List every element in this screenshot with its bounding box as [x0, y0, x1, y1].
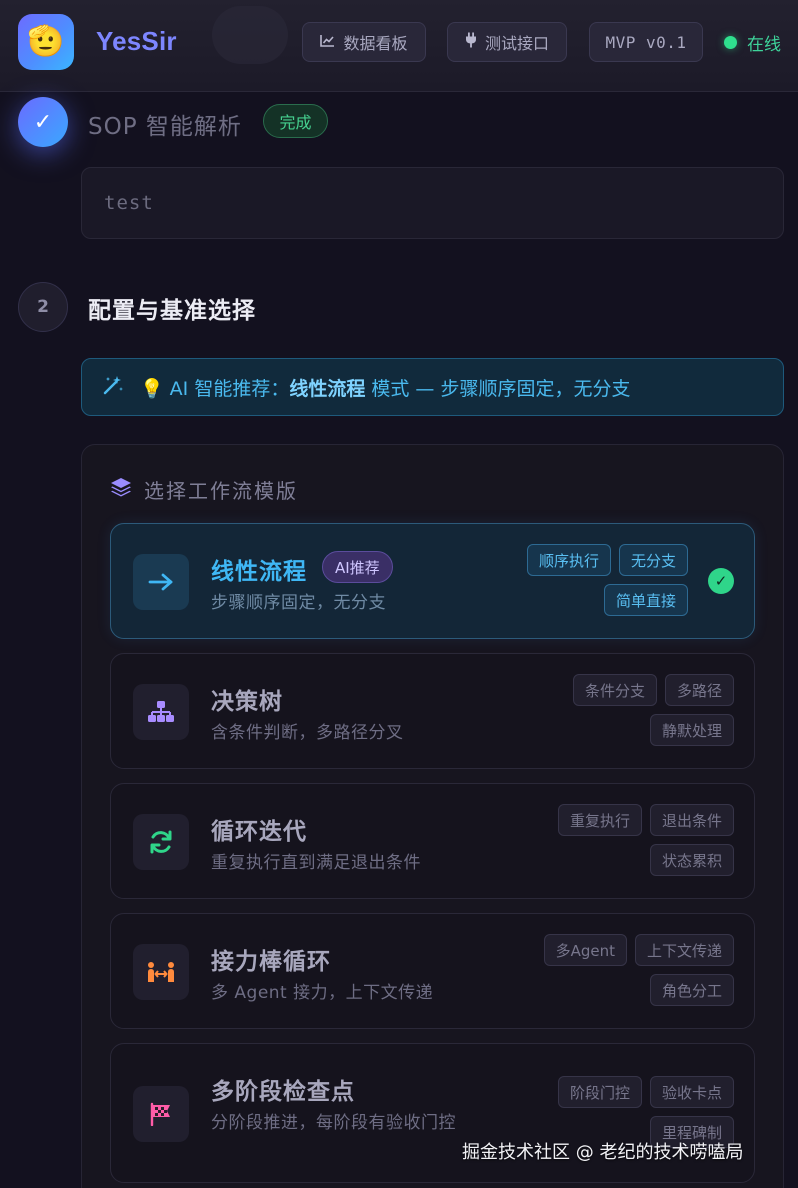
chart-line-icon	[320, 33, 335, 51]
layers-icon	[110, 476, 132, 503]
status-label: 在线	[747, 35, 781, 55]
ai-recommendation-banner: 💡 AI 智能推荐：线性流程 模式 — 步骤顺序固定，无分支	[81, 358, 784, 416]
recommendation-mode: 线性流程	[289, 377, 366, 400]
top-bar: 🫡 YesSir 数据看板 测试接口 MVP v0.1 在线	[0, 0, 798, 92]
sop-content-box[interactable]: test	[81, 167, 784, 239]
template-description: 步骤顺序固定，无分支	[211, 593, 386, 613]
recommendation-suffix: 模式 — 步骤顺序固定，无分支	[365, 377, 631, 400]
faded-avatar-blob	[212, 6, 288, 64]
sync-icon	[133, 814, 189, 870]
template-card-decision-tree[interactable]: 决策树 含条件判断，多路径分叉 条件分支 多路径 静默处理	[110, 653, 755, 769]
template-tag: 退出条件	[649, 804, 734, 836]
checkered-flag-icon	[133, 1086, 189, 1142]
template-panel: 选择工作流模版 线性流程 AI推荐 步骤顺序固定，无分支 顺序执行 无分支 简单…	[81, 444, 784, 1188]
step1-title: SOP 智能解析	[88, 114, 242, 140]
status-dot-icon	[724, 36, 737, 49]
template-tag: 上下文传递	[634, 934, 734, 966]
template-description: 含条件判断，多路径分叉	[211, 723, 404, 743]
app-logo[interactable]: 🫡	[18, 14, 74, 70]
template-tag: 重复执行	[557, 804, 642, 836]
recommendation-prefix: AI 智能推荐：	[169, 377, 290, 400]
template-panel-title: 选择工作流模版	[144, 479, 298, 503]
template-description: 重复执行直到满足退出条件	[211, 853, 421, 873]
template-tags: 条件分支 多路径 静默处理	[494, 674, 734, 746]
template-tag: 条件分支	[572, 674, 657, 706]
step1-done-indicator: ✓	[18, 97, 68, 147]
template-tag: 阶段门控	[557, 1076, 642, 1108]
sop-content-text: test	[104, 192, 154, 214]
template-panel-header: 选择工作流模版	[110, 475, 298, 504]
lightbulb-icon: 💡	[140, 377, 164, 400]
test-api-label: 测试接口	[484, 34, 549, 53]
step2-number: 2	[37, 297, 49, 317]
plug-icon	[465, 32, 477, 52]
template-tags: 顺序执行 无分支 简单直接	[448, 544, 688, 616]
sitemap-icon	[133, 684, 189, 740]
template-tag: 简单直接	[603, 584, 688, 616]
arrow-right-icon	[133, 554, 189, 610]
template-card-loop[interactable]: 循环迭代 重复执行直到满足退出条件 重复执行 退出条件 状态累积	[110, 783, 755, 899]
people-arrows-icon	[133, 944, 189, 1000]
step2-title: 配置与基准选择	[88, 298, 256, 324]
magic-wand-icon	[102, 374, 124, 401]
version-badge: MVP v0.1	[589, 22, 703, 62]
version-label: MVP v0.1	[605, 32, 687, 52]
saluting-face-icon: 🫡	[27, 24, 65, 59]
template-card-linear[interactable]: 线性流程 AI推荐 步骤顺序固定，无分支 顺序执行 无分支 简单直接 ✓	[110, 523, 755, 639]
template-title: 接力棒循环	[211, 949, 331, 975]
template-description: 多 Agent 接力，上下文传递	[211, 983, 434, 1003]
template-tag: 多路径	[664, 674, 734, 706]
selected-check-icon: ✓	[708, 568, 734, 594]
template-tag: 多Agent	[543, 934, 627, 966]
template-title: 循环迭代	[211, 819, 307, 845]
dashboard-button[interactable]: 数据看板	[302, 22, 426, 62]
template-description: 分阶段推进，每阶段有验收门控	[211, 1113, 456, 1133]
template-tag: 状态累积	[649, 844, 734, 876]
watermark: 掘金技术社区 @ 老纪的技术唠嗑局	[462, 1142, 744, 1163]
template-tag: 角色分工	[649, 974, 734, 1006]
template-tag: 验收卡点	[649, 1076, 734, 1108]
template-tag: 顺序执行	[526, 544, 611, 576]
check-icon: ✓	[33, 109, 53, 135]
step2-number-indicator: 2	[18, 282, 68, 332]
template-tag: 无分支	[618, 544, 688, 576]
brand-name: YesSir	[96, 26, 177, 56]
template-card-relay[interactable]: 接力棒循环 多 Agent 接力，上下文传递 多Agent 上下文传递 角色分工	[110, 913, 755, 1029]
online-status: 在线	[724, 30, 781, 55]
status-badge: 完成	[263, 104, 328, 138]
template-title: 决策树	[211, 689, 283, 715]
dashboard-label: 数据看板	[343, 34, 408, 53]
template-title: 线性流程	[211, 559, 307, 585]
template-tags: 重复执行 退出条件 状态累积	[494, 804, 734, 876]
template-tags: 多Agent 上下文传递 角色分工	[494, 934, 734, 1006]
ai-recommended-badge: AI推荐	[322, 551, 393, 583]
template-title: 多阶段检查点	[211, 1079, 355, 1105]
test-api-button[interactable]: 测试接口	[447, 22, 567, 62]
template-tag: 静默处理	[649, 714, 734, 746]
